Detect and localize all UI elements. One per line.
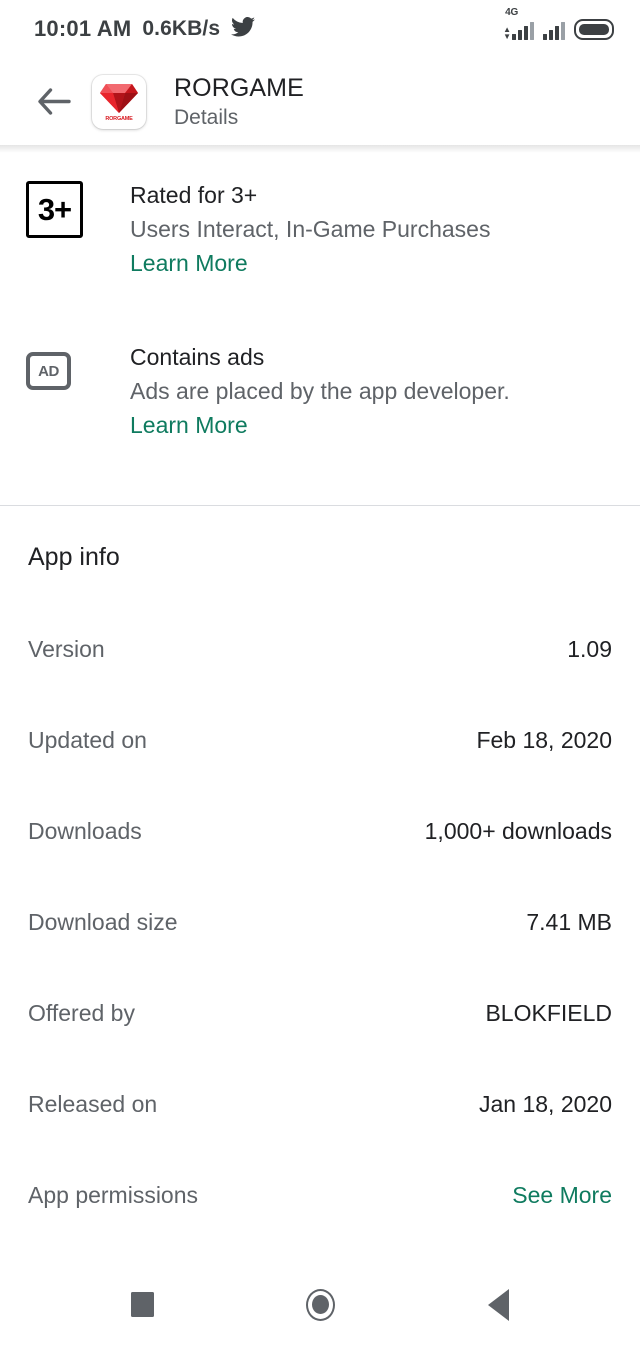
row-label: Download size xyxy=(28,909,178,935)
app-info-row-released-on: Released on Jan 18, 2020 xyxy=(0,1089,640,1119)
app-info-row-app-permissions[interactable]: App permissions See More xyxy=(0,1180,640,1210)
contains-ads-title: Contains ads xyxy=(130,344,265,370)
status-bar-right: 4G ▲ ▼ xyxy=(503,7,614,41)
status-bar: 10:01 AM 0.6KB/s 4G ▲ ▼ xyxy=(0,0,640,58)
row-value: Feb 18, 2020 xyxy=(476,727,612,753)
app-info-row-offered-by: Offered by BLOKFIELD xyxy=(0,998,640,1028)
row-label: Downloads xyxy=(28,818,142,844)
row-label: Version xyxy=(28,636,105,662)
status-bar-left: 10:01 AM 0.6KB/s xyxy=(34,16,256,42)
row-value: BLOKFIELD xyxy=(485,1000,612,1026)
row-label: Offered by xyxy=(28,1000,135,1026)
row-label: Released on xyxy=(28,1091,158,1117)
rating-badge-wrap: 3+ xyxy=(26,178,88,280)
network-type-label: 4G xyxy=(505,6,519,18)
contains-ads-learn-more-link[interactable]: Learn More xyxy=(130,408,248,442)
page-title: RORGAME xyxy=(174,73,304,102)
app-info-row-downloads: Downloads 1,000+ downloads xyxy=(0,816,640,846)
back-triangle-icon[interactable] xyxy=(466,1273,530,1337)
app-info-heading: App info xyxy=(28,543,120,571)
content-rating-learn-more-link[interactable]: Learn More xyxy=(130,246,248,280)
content-rating-block: 3+ Rated for 3+ Users Interact, In-Game … xyxy=(0,178,640,280)
row-value: 7.41 MB xyxy=(526,909,612,935)
app-info-row-download-size: Download size 7.41 MB xyxy=(0,907,640,937)
row-value: Jan 18, 2020 xyxy=(478,1091,612,1117)
app-info-row-version: Version 1.09 xyxy=(0,634,640,664)
home-circle-icon[interactable] xyxy=(288,1273,352,1337)
app-details-screen: 10:01 AM 0.6KB/s 4G ▲ ▼ RORGAME RORGAME … xyxy=(0,0,640,1351)
battery-full-icon xyxy=(574,18,614,40)
ads-badge-wrap: AD xyxy=(26,340,88,442)
contains-ads-icon: AD xyxy=(26,352,71,390)
signal-bars-icon-secondary xyxy=(543,20,565,40)
rating-3plus-icon: 3+ xyxy=(26,181,83,238)
recents-square-icon[interactable] xyxy=(110,1273,174,1337)
app-info-row-updated-on: Updated on Feb 18, 2020 xyxy=(0,725,640,755)
row-label: Updated on xyxy=(28,727,147,753)
app-bar-text: RORGAME Details xyxy=(174,73,304,131)
status-bar-clock: 10:01 AM xyxy=(34,16,132,41)
section-divider-top xyxy=(0,505,640,506)
content-rating-title: Rated for 3+ xyxy=(130,182,258,208)
see-more-link[interactable]: See More xyxy=(512,1180,612,1210)
content-rating-descriptors: Users Interact, In-Game Purchases xyxy=(130,216,491,242)
contains-ads-description: Ads are placed by the app developer. xyxy=(130,378,510,404)
signal-bars-icon xyxy=(512,20,534,40)
signal-primary-group: 4G ▲ ▼ xyxy=(503,7,534,41)
app-icon-label: RORGAME xyxy=(105,115,133,122)
rorgame-app-icon: RORGAME xyxy=(92,74,146,129)
row-label: App permissions xyxy=(28,1182,199,1208)
back-arrow-icon[interactable] xyxy=(22,70,86,134)
app-bar-shadow xyxy=(0,145,640,153)
data-transfer-arrows-icon: ▲ ▼ xyxy=(503,24,511,41)
contains-ads-body: Contains ads Ads are placed by the app d… xyxy=(88,340,640,442)
content-rating-body: Rated for 3+ Users Interact, In-Game Pur… xyxy=(88,178,640,280)
page-subtitle: Details xyxy=(174,105,239,129)
ads-badge-label: AD xyxy=(38,362,59,380)
row-value: 1,000+ downloads xyxy=(424,818,612,844)
row-value: 1.09 xyxy=(567,636,612,662)
contains-ads-block: AD Contains ads Ads are placed by the ap… xyxy=(0,340,640,442)
status-bar-network-speed: 0.6KB/s xyxy=(142,17,221,40)
system-navigation-bar xyxy=(0,1258,640,1351)
twitter-bird-icon xyxy=(231,16,256,42)
app-bar: RORGAME RORGAME Details xyxy=(0,58,640,145)
